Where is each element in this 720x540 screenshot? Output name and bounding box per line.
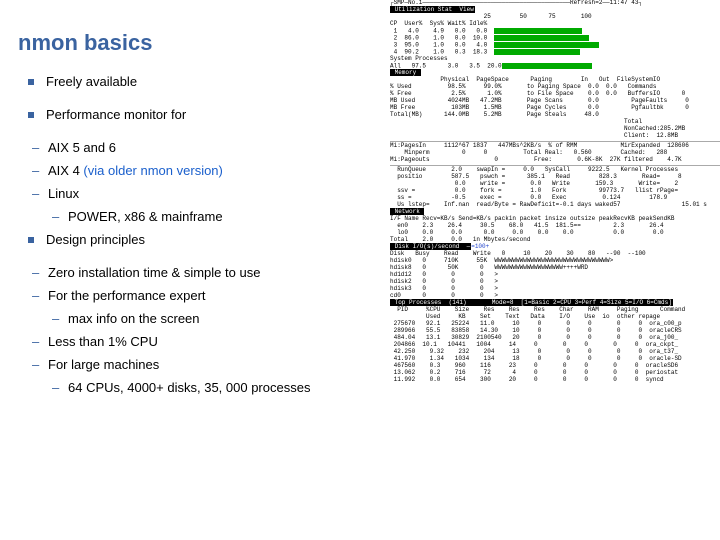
- bullet-list: Freely available Performance monitor for A…: [18, 74, 388, 395]
- bullet-item: For the performance expert: [32, 288, 388, 303]
- bullet-item: AIX 4 (via older nmon version): [32, 163, 388, 178]
- bullet-item: Linux: [32, 186, 388, 201]
- bullet-item: Freely available: [18, 74, 388, 89]
- bullet-item: Less than 1% CPU: [32, 334, 388, 349]
- slide-title: nmon basics: [18, 30, 388, 56]
- bullet-item: POWER, x86 & mainframe: [52, 209, 388, 224]
- bullet-item: max info on the screen: [52, 311, 388, 326]
- bullet-item: AIX 5 and 6: [32, 140, 388, 155]
- bullet-item: For large machines: [32, 357, 388, 372]
- bullet-item: Performance monitor for: [18, 107, 388, 122]
- bullet-item: Design principles: [18, 232, 388, 247]
- bullet-item: Zero installation time & simple to use: [32, 265, 388, 280]
- nmon-terminal-screenshot: ┌SMP─No.1───────────────────────────────…: [390, 0, 720, 540]
- bullet-item: 64 CPUs, 4000+ disks, 35, 000 processes: [52, 380, 388, 395]
